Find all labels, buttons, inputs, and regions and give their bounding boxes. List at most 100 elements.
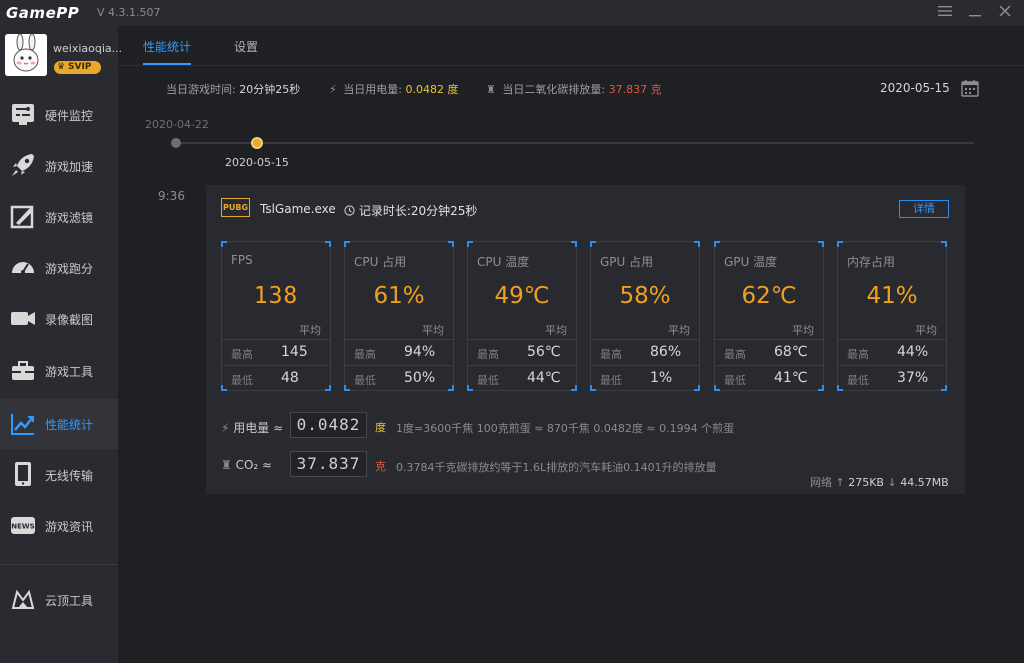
sidebar-item-game-boost[interactable]: 游戏加速 [0,141,118,191]
detail-button[interactable]: 详情 [899,200,949,218]
energy-value: 0.0482 [290,412,367,438]
rocket-icon [12,154,34,176]
co2-label: 当日二氧化碳排放量: [502,83,606,96]
filter-icon [10,205,34,229]
energy-label: ⚡ 用电量 ≈ [221,421,284,435]
daily-co2-emission: ♜ 当日二氧化碳排放量: 37.837 克 [486,81,662,97]
sidebar-item-label: 性能统计 [45,418,94,432]
timeline-active-marker[interactable] [251,137,263,149]
pubg-icon: PUBG [221,198,250,217]
average-label: 平均 [422,324,444,337]
camera-icon [11,312,35,325]
sidebar-item-label: 游戏加速 [45,160,94,174]
metric-min: 37% [897,370,929,386]
play-time-label: 当日游戏时间: [166,83,236,96]
timeline-active-date: 2020-05-15 [225,156,289,169]
average-label: 平均 [668,324,690,337]
sidebar-item-label: 录像截图 [45,313,94,327]
timeline-track[interactable] [176,142,974,144]
daily-play-time: 当日游戏时间: 20分钟25秒 [166,81,300,97]
sidebar-item-wireless[interactable]: 无线传输 [0,450,118,500]
calendar-icon[interactable] [961,79,979,97]
clock-icon [344,205,355,216]
metric-max: 68℃ [774,344,808,360]
metric-average: 58% [619,283,671,309]
metric-name: 内存占用 [847,255,896,269]
record-duration: 记录时长:20分钟25秒 [344,202,477,219]
metric-min-row: 最低 48 [222,365,330,391]
sidebar-item-recording[interactable]: 录像截图 [0,294,118,344]
speedometer-icon [12,262,34,274]
energy-unit: 度 [375,421,386,434]
metric-max: 44% [897,344,929,360]
metric-max: 56℃ [527,344,561,360]
sidebar-item-label: 云顶工具 [45,594,94,608]
sidebar-item-label: 游戏滤镜 [45,211,94,225]
game-name: TslGame.exe [260,202,336,216]
sidebar-item-cloud-tools[interactable]: 云顶工具 [0,575,118,625]
co2-label: ♜ CO₂ ≈ [221,458,273,472]
metric-max-row: 最高 44% [838,339,946,365]
metric-name: GPU 占用 [600,255,654,269]
network-upload: 275KB [848,476,884,489]
min-label: 最低 [847,374,869,387]
avatar[interactable] [5,34,47,76]
max-label: 最高 [847,348,869,361]
daily-power-usage: ⚡ 当日用电量: 0.0482 度 [329,81,458,97]
co2-description: 0.3784千克碳排放约等于1.6L排放的汽车耗油0.1401升的排放量 [396,461,717,474]
average-label: 平均 [915,324,937,337]
co2-value: 37.837 克 [608,83,662,96]
metric-gpu-usage: GPU 占用 58% 平均 最高 86% 最低 1% [590,241,700,391]
title-bar: GamePP V 4.3.1.507 [0,0,1024,26]
tab-bar: 性能统计 设置 [118,26,1024,66]
metric-max-row: 最高 145 [222,339,330,365]
phone-icon [15,462,31,486]
metric-min: 48 [281,370,299,386]
metric-min-row: 最低 44℃ [468,365,576,391]
metric-cpu-temp: CPU 温度 49℃ 平均 最高 56℃ 最低 44℃ [467,241,577,391]
metric-gpu-temp: GPU 温度 62℃ 平均 最高 68℃ 最低 41℃ [714,241,824,391]
sidebar-item-news[interactable]: NEWS 游戏资讯 [0,501,118,551]
metric-name: GPU 温度 [724,255,778,269]
average-label: 平均 [792,324,814,337]
max-label: 最高 [231,348,253,361]
metric-average: 49℃ [494,283,550,309]
timeline-start-marker[interactable] [171,138,181,148]
metric-max: 94% [404,344,436,360]
timeline-start-date: 2020-04-22 [145,118,209,131]
sidebar-item-game-filter[interactable]: 游戏滤镜 [0,192,118,242]
metric-average: 138 [253,283,299,309]
app-window: GamePP V 4.3.1.507 weixiaoqia... ♛ SVIP … [0,0,1024,663]
network-stats: 网络 ↑ 275KB ↓ 44.57MB [810,474,949,490]
average-label: 平均 [545,324,567,337]
session-time: 9:36 [158,189,185,203]
metric-fps: FPS 138 平均 最高 145 最低 48 [221,241,331,391]
metric-min: 44℃ [527,370,561,386]
sidebar-item-game-tools[interactable]: 游戏工具 [0,346,118,396]
sidebar-item-hardware-monitor[interactable]: 硬件监控 [0,90,118,140]
metric-min-row: 最低 37% [838,365,946,391]
tab-performance-stats[interactable]: 性能统计 [143,38,191,55]
upload-arrow-icon: ↑ [835,476,845,489]
average-label: 平均 [299,324,321,337]
energy-description: 1度=3600千焦 100克煎蛋 ≈ 870千焦 0.0482度 ≈ 0.199… [396,422,735,435]
sidebar-divider [0,564,118,565]
user-profile[interactable]: weixiaoqia... ♛ SVIP [0,26,122,90]
metric-min-row: 最低 41℃ [715,365,823,391]
close-icon[interactable] [996,4,1014,22]
news-icon: NEWS [11,517,35,534]
toolbox-icon [12,361,34,380]
sidebar-item-label: 游戏跑分 [45,262,94,276]
min-label: 最低 [724,374,746,387]
menu-icon[interactable] [936,4,954,22]
metric-min: 1% [650,370,673,386]
co2-value: 37.837 [290,451,367,477]
sidebar-item-benchmark[interactable]: 游戏跑分 [0,243,118,293]
tab-settings[interactable]: 设置 [234,38,258,55]
sidebar-item-performance-stats[interactable]: 性能统计 [0,399,118,449]
metric-average: 62℃ [741,283,797,309]
app-logo: GamePP [6,4,80,22]
metric-max-row: 最高 94% [345,339,453,365]
co2-unit: 克 [375,460,386,473]
minimize-icon[interactable] [966,4,984,22]
